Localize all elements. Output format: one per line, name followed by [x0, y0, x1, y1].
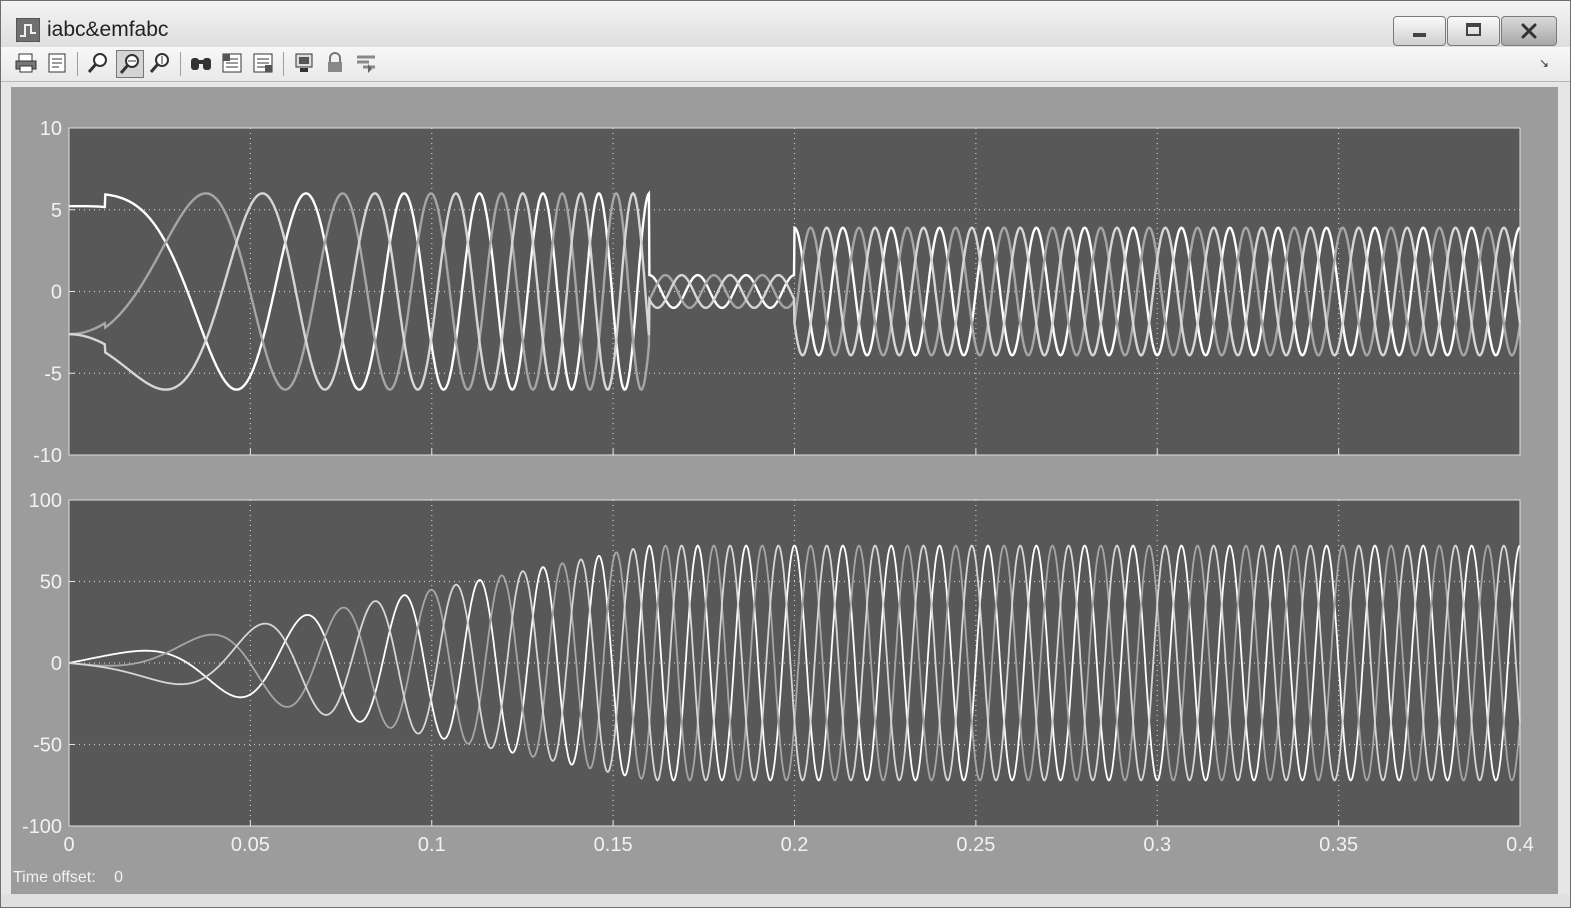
x-tick-label: 0.4	[1506, 834, 1534, 856]
x-tick-label: 0.1	[418, 834, 446, 856]
x-tick-label: 0.05	[231, 834, 270, 856]
y-tick-label: 100	[29, 490, 62, 512]
y-tick-label: -100	[22, 816, 62, 838]
axes-2: 0 0.05 0.1 0.15 0.2 0.25 0.3 0.35 0.4 -100 -50 0 50 1…	[22, 490, 1534, 856]
x-tick-label: 0.3	[1143, 834, 1171, 856]
time-offset: Time offset: 0	[13, 869, 123, 887]
y-tick-label: 0	[51, 282, 62, 304]
scope-plots: -10-505100 0.05 0.1 0.15 0.2 0.25 0.3 0.35 0.4-1…	[22, 118, 1534, 856]
time-offset-label: Time offset:	[13, 869, 96, 886]
status-bar	[1, 894, 1570, 907]
x-tick-label: 0.25	[956, 834, 995, 856]
y-tick-label: 0	[51, 653, 62, 675]
y-tick-label: 5	[51, 200, 62, 222]
y-tick-label: -5	[44, 363, 62, 385]
x-tick-label: 0	[63, 834, 74, 856]
time-offset-value: 0	[114, 869, 124, 886]
y-tick-label: -10	[33, 445, 62, 467]
x-tick-label: 0.2	[781, 834, 809, 856]
scope-window: iabc&emfabc ↘ -10 -5 0 5 10 0 0.05 0.1 0…	[0, 0, 1571, 908]
x-tick-label: 0.15	[594, 834, 633, 856]
axes-1: -10 -5 0 5 10	[33, 118, 1522, 467]
y-tick-label: 10	[40, 118, 62, 140]
y-tick-label: 50	[40, 572, 62, 594]
x-tick-label: 0.35	[1319, 834, 1358, 856]
y-tick-label: -50	[33, 735, 62, 757]
